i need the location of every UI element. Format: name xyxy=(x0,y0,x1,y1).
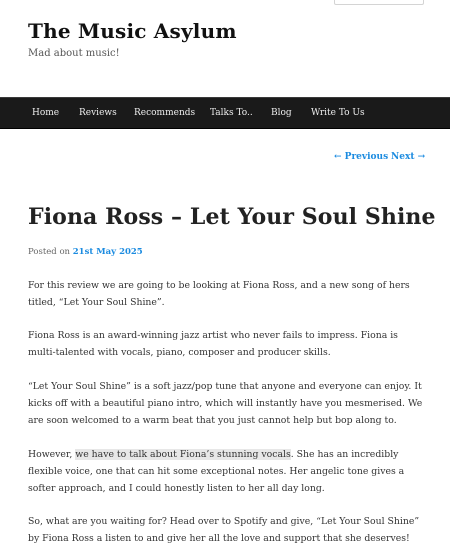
posted-on-label: Posted on xyxy=(28,247,73,257)
next-post-link[interactable]: Next → xyxy=(391,152,425,162)
post-meta: Posted on 21st May 2025 xyxy=(28,247,143,257)
vocals-text-start: However, xyxy=(28,449,76,460)
paragraph-call-to-action: So, what are you waiting for? Head over … xyxy=(28,516,420,544)
nav-item-recommends[interactable]: Recommends xyxy=(134,98,195,129)
entry-title: Fiona Ross – Let Your Soul Shine xyxy=(28,204,436,230)
search-input[interactable] xyxy=(334,0,424,5)
nav-item-reviews[interactable]: Reviews xyxy=(79,98,117,129)
paragraph-intro: For this review we are going to be looki… xyxy=(28,280,410,308)
paragraph-about-artist: Fiona Ross is an award-winning jazz arti… xyxy=(28,330,398,358)
nav-item-talks-to[interactable]: Talks To.. xyxy=(210,98,253,129)
paragraph-song-description: “Let Your Soul Shine” is a soft jazz/pop… xyxy=(28,381,423,426)
post-date-link[interactable]: 21st May 2025 xyxy=(73,247,143,257)
site-title[interactable]: The Music Asylum xyxy=(28,19,237,43)
nav-item-blog[interactable]: Blog xyxy=(271,98,292,129)
nav-item-write-to-us[interactable]: Write To Us xyxy=(311,98,365,129)
highlighted-text: we have to talk about Fiona’s stunning v… xyxy=(75,449,291,460)
paragraph-vocals: However, we have to talk about Fiona’s s… xyxy=(28,446,424,497)
main-navigation: Home Reviews Recommends Talks To.. Blog … xyxy=(0,97,450,129)
site-description: Mad about music! xyxy=(28,48,120,59)
previous-post-link[interactable]: ← Previous xyxy=(334,152,388,162)
nav-item-home[interactable]: Home xyxy=(32,98,59,129)
